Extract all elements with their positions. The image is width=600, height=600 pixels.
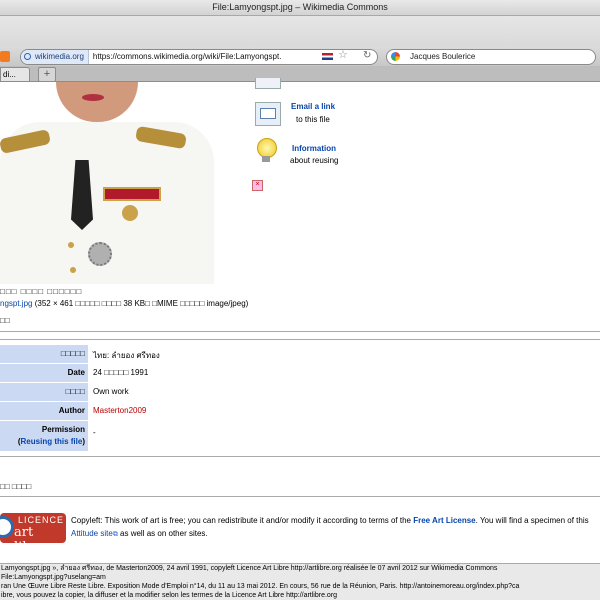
url-text[interactable]: https://commons.wikimedia.org/wiki/File:… bbox=[89, 52, 282, 61]
divider bbox=[0, 339, 600, 340]
site-identity-label: wikimedia.org bbox=[35, 52, 84, 61]
licence-logo-top: LICENCE bbox=[18, 515, 65, 525]
info-value-source: Own work bbox=[93, 387, 129, 396]
google-icon[interactable] bbox=[391, 52, 400, 61]
photo-star-medal bbox=[88, 242, 112, 266]
file-glyph-row: □□ bbox=[0, 316, 10, 325]
licence-text-line2: Attitude site⧉ as well as on other sites… bbox=[71, 529, 208, 539]
caption-line: File:Lamyongspt.jpg?uselang=am bbox=[1, 574, 106, 581]
reload-icon[interactable]: ↻ bbox=[363, 50, 371, 61]
licence-text: Copyleft: This work of art is free; you … bbox=[71, 516, 589, 525]
email-link-subtext: to this file bbox=[296, 115, 330, 124]
photo-medal-ribbon bbox=[103, 187, 161, 201]
share-icon[interactable] bbox=[255, 78, 281, 89]
divider bbox=[0, 496, 600, 497]
info-label-description: □□□□□ bbox=[0, 345, 88, 363]
tab-active[interactable]: di... bbox=[0, 67, 30, 81]
window-title-bar: File:Lamyongspt.jpg – Wikimedia Commons bbox=[0, 0, 600, 16]
broken-image-icon: × bbox=[252, 180, 263, 191]
licence-text-2: . You will find a specimen of this bbox=[475, 516, 589, 525]
caption-overlay: Lamyongspt.jpg », ลำยอง ศรีทอง, de Maste… bbox=[0, 563, 600, 600]
caption-line: ibre, vous pouvez la copier, la diffuser… bbox=[1, 592, 338, 599]
bookmark-star-icon[interactable]: ☆ bbox=[338, 50, 348, 61]
search-input[interactable]: Jacques Boulerice bbox=[410, 50, 475, 64]
info-value-permission: - bbox=[93, 428, 96, 437]
free-art-license-link[interactable]: Free Art License bbox=[413, 516, 475, 525]
info-label-author: Author bbox=[0, 402, 88, 420]
original-file-link[interactable]: ngspt.jpg bbox=[0, 299, 32, 308]
lightbulb-icon bbox=[257, 138, 277, 158]
photo-button bbox=[70, 267, 76, 273]
reusing-this-file-link[interactable]: Reusing this file bbox=[21, 437, 83, 446]
info-label-date: Date bbox=[0, 364, 88, 382]
site-identity-button[interactable]: wikimedia.org bbox=[21, 50, 89, 64]
licence-logo-bottom: art libre bbox=[14, 525, 45, 543]
flag-icon bbox=[322, 53, 333, 60]
divider bbox=[0, 331, 600, 332]
window-title: File:Lamyongspt.jpg – Wikimedia Commons bbox=[212, 2, 388, 12]
globe-icon bbox=[24, 53, 31, 60]
info-label-source: □□□□ bbox=[0, 383, 88, 401]
info-value-date: 24 □□□□□ 1991 bbox=[93, 368, 149, 377]
info-value-description: ไทย: ลำยอง ศรีทอง bbox=[93, 351, 160, 360]
file-details: ngspt.jpg (352 × 461 □□□□□ □□□□ 38 KB□ □… bbox=[0, 299, 248, 308]
licensing-heading: □□ □□□□ bbox=[0, 482, 32, 491]
toolbar-top-area bbox=[0, 16, 600, 46]
lightbulb-base bbox=[262, 156, 270, 162]
divider bbox=[0, 456, 600, 457]
author-link[interactable]: Masterton2009 bbox=[93, 406, 146, 415]
licence-logo-circle bbox=[0, 516, 14, 538]
email-link[interactable]: Email a link bbox=[291, 102, 335, 111]
attitude-site-link[interactable]: Attitude site bbox=[71, 529, 113, 538]
new-tab-button[interactable]: + bbox=[38, 67, 56, 82]
information-subtext: about reusing bbox=[290, 156, 339, 165]
tab-bar bbox=[0, 66, 600, 82]
caption-line: Lamyongspt.jpg », ลำยอง ศรีทอง, de Maste… bbox=[1, 565, 498, 572]
file-image[interactable] bbox=[0, 82, 214, 284]
info-label-permission: Permission (Reusing this file) bbox=[0, 421, 88, 451]
licence-art-libre-logo[interactable]: LICENCE art libre bbox=[0, 513, 66, 543]
file-details-text: (352 × 461 □□□□□ □□□□ 38 KB□ □MIME □□□□□… bbox=[34, 299, 249, 308]
licence-text-1: Copyleft: This work of art is free; you … bbox=[71, 516, 414, 525]
permission-label: Permission bbox=[41, 425, 85, 434]
reusing-this-file-label: (Reusing this file) bbox=[17, 437, 85, 446]
information-link[interactable]: Information bbox=[292, 144, 336, 153]
photo-medal bbox=[122, 205, 138, 221]
search-bar[interactable]: Jacques Boulerice bbox=[386, 49, 596, 65]
photo-button bbox=[68, 242, 74, 248]
licence-text-3: as well as on other sites. bbox=[117, 529, 208, 538]
photo-lips bbox=[82, 94, 104, 101]
email-icon[interactable] bbox=[255, 102, 281, 126]
resolution-line: □□□ □□□□ □□□□□□ bbox=[0, 287, 83, 296]
rss-icon[interactable] bbox=[0, 51, 10, 62]
caption-line: ran Une Œuvre Libre Reste Libre. Exposit… bbox=[1, 583, 520, 590]
